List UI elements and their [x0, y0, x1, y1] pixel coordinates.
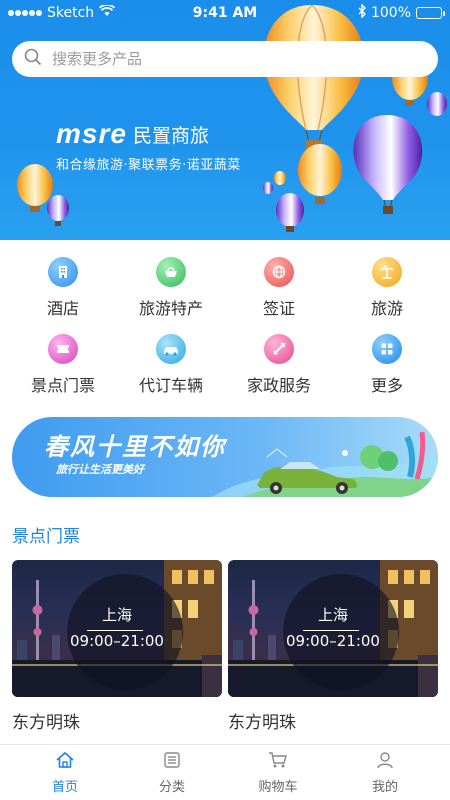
category-label: 酒店	[46, 299, 79, 318]
tab-cart[interactable]: 购物车	[222, 751, 334, 795]
banner-subtitle: 旅行让生活更美好	[56, 463, 144, 476]
category-label: 旅游	[370, 299, 403, 318]
category-label: 代订车辆	[138, 376, 203, 395]
bluetooth-icon	[358, 3, 366, 22]
card-city: 上海	[101, 606, 132, 624]
specialty-basket-icon	[156, 257, 186, 287]
category-travel[interactable]: 旅游	[331, 257, 443, 319]
battery-icon	[416, 7, 445, 19]
section-title-tickets: 景点门票	[12, 527, 80, 547]
car-icon	[156, 334, 186, 364]
brand-name: 民置商旅	[132, 124, 209, 147]
brand-tagline: 和合缘旅游·聚联票务·诺亚蔬菜	[56, 158, 241, 173]
beach-palm-icon	[372, 257, 402, 287]
category-more[interactable]: 更多	[331, 334, 443, 396]
category-label: 更多	[370, 376, 403, 395]
category-car[interactable]: 代订车辆	[115, 334, 227, 396]
cart-icon	[267, 752, 289, 773]
home-service-icon	[264, 334, 294, 364]
battery-percent: 100%	[370, 5, 411, 21]
attraction-name[interactable]: 东方明珠	[12, 708, 80, 733]
card-hours: 09:00–21:00	[286, 632, 380, 650]
category-icon	[162, 752, 182, 773]
tab-label: 分类	[158, 780, 185, 795]
hotel-building-icon	[48, 257, 78, 287]
bottom-tab-bar: 首页 分类 购物车 我的	[0, 744, 450, 800]
search-icon	[24, 48, 42, 70]
status-bar: Sketch 9:41 AM 100%	[0, 0, 450, 28]
hero-banner: Sketch 9:41 AM 100% msre 民置商旅 和合缘旅游·聚联票务…	[0, 0, 450, 240]
home-icon	[55, 751, 75, 773]
tab-category[interactable]: 分类	[116, 751, 228, 795]
category-label: 家政服务	[246, 376, 311, 395]
tab-profile[interactable]: 我的	[329, 751, 441, 795]
category-hotel[interactable]: 酒店	[7, 257, 119, 319]
promo-banner[interactable]: 春风十里不如你 旅行让生活更美好	[12, 417, 438, 497]
banner-title: 春风十里不如你	[44, 433, 226, 461]
card-hours: 09:00–21:00	[70, 632, 164, 650]
card-divider	[303, 630, 359, 631]
category-tickets[interactable]: 景点门票	[7, 334, 119, 396]
category-label: 签证	[262, 299, 295, 318]
tab-label: 首页	[51, 780, 78, 795]
category-label: 旅游特产	[138, 299, 203, 318]
ticket-icon	[48, 334, 78, 364]
more-grid-icon	[372, 334, 402, 364]
category-visa[interactable]: 签证	[223, 257, 335, 319]
card-city: 上海	[317, 606, 348, 624]
search-input[interactable]	[52, 50, 412, 68]
tab-label: 我的	[371, 780, 398, 795]
tab-home[interactable]: 首页	[9, 751, 121, 795]
category-home-service[interactable]: 家政服务	[223, 334, 335, 396]
card-divider	[87, 630, 143, 631]
category-specialty[interactable]: 旅游特产	[115, 257, 227, 319]
attraction-card[interactable]: 上海 09:00–21:00	[228, 560, 438, 697]
search-bar[interactable]	[12, 41, 438, 77]
tab-label: 购物车	[258, 780, 298, 795]
attraction-card[interactable]: 上海 09:00–21:00	[12, 560, 222, 697]
brand-logo: msre	[56, 118, 127, 149]
category-label: 景点门票	[30, 376, 95, 395]
category-grid: 酒店 旅游特产 签证 旅游 景点门票 代订车辆 家政服务 更多	[0, 250, 450, 410]
attraction-name[interactable]: 东方明珠	[228, 708, 296, 733]
visa-globe-icon	[264, 257, 294, 287]
brand-block: msre 民置商旅 和合缘旅游·聚联票务·诺亚蔬菜	[56, 118, 241, 173]
user-icon	[375, 752, 395, 773]
